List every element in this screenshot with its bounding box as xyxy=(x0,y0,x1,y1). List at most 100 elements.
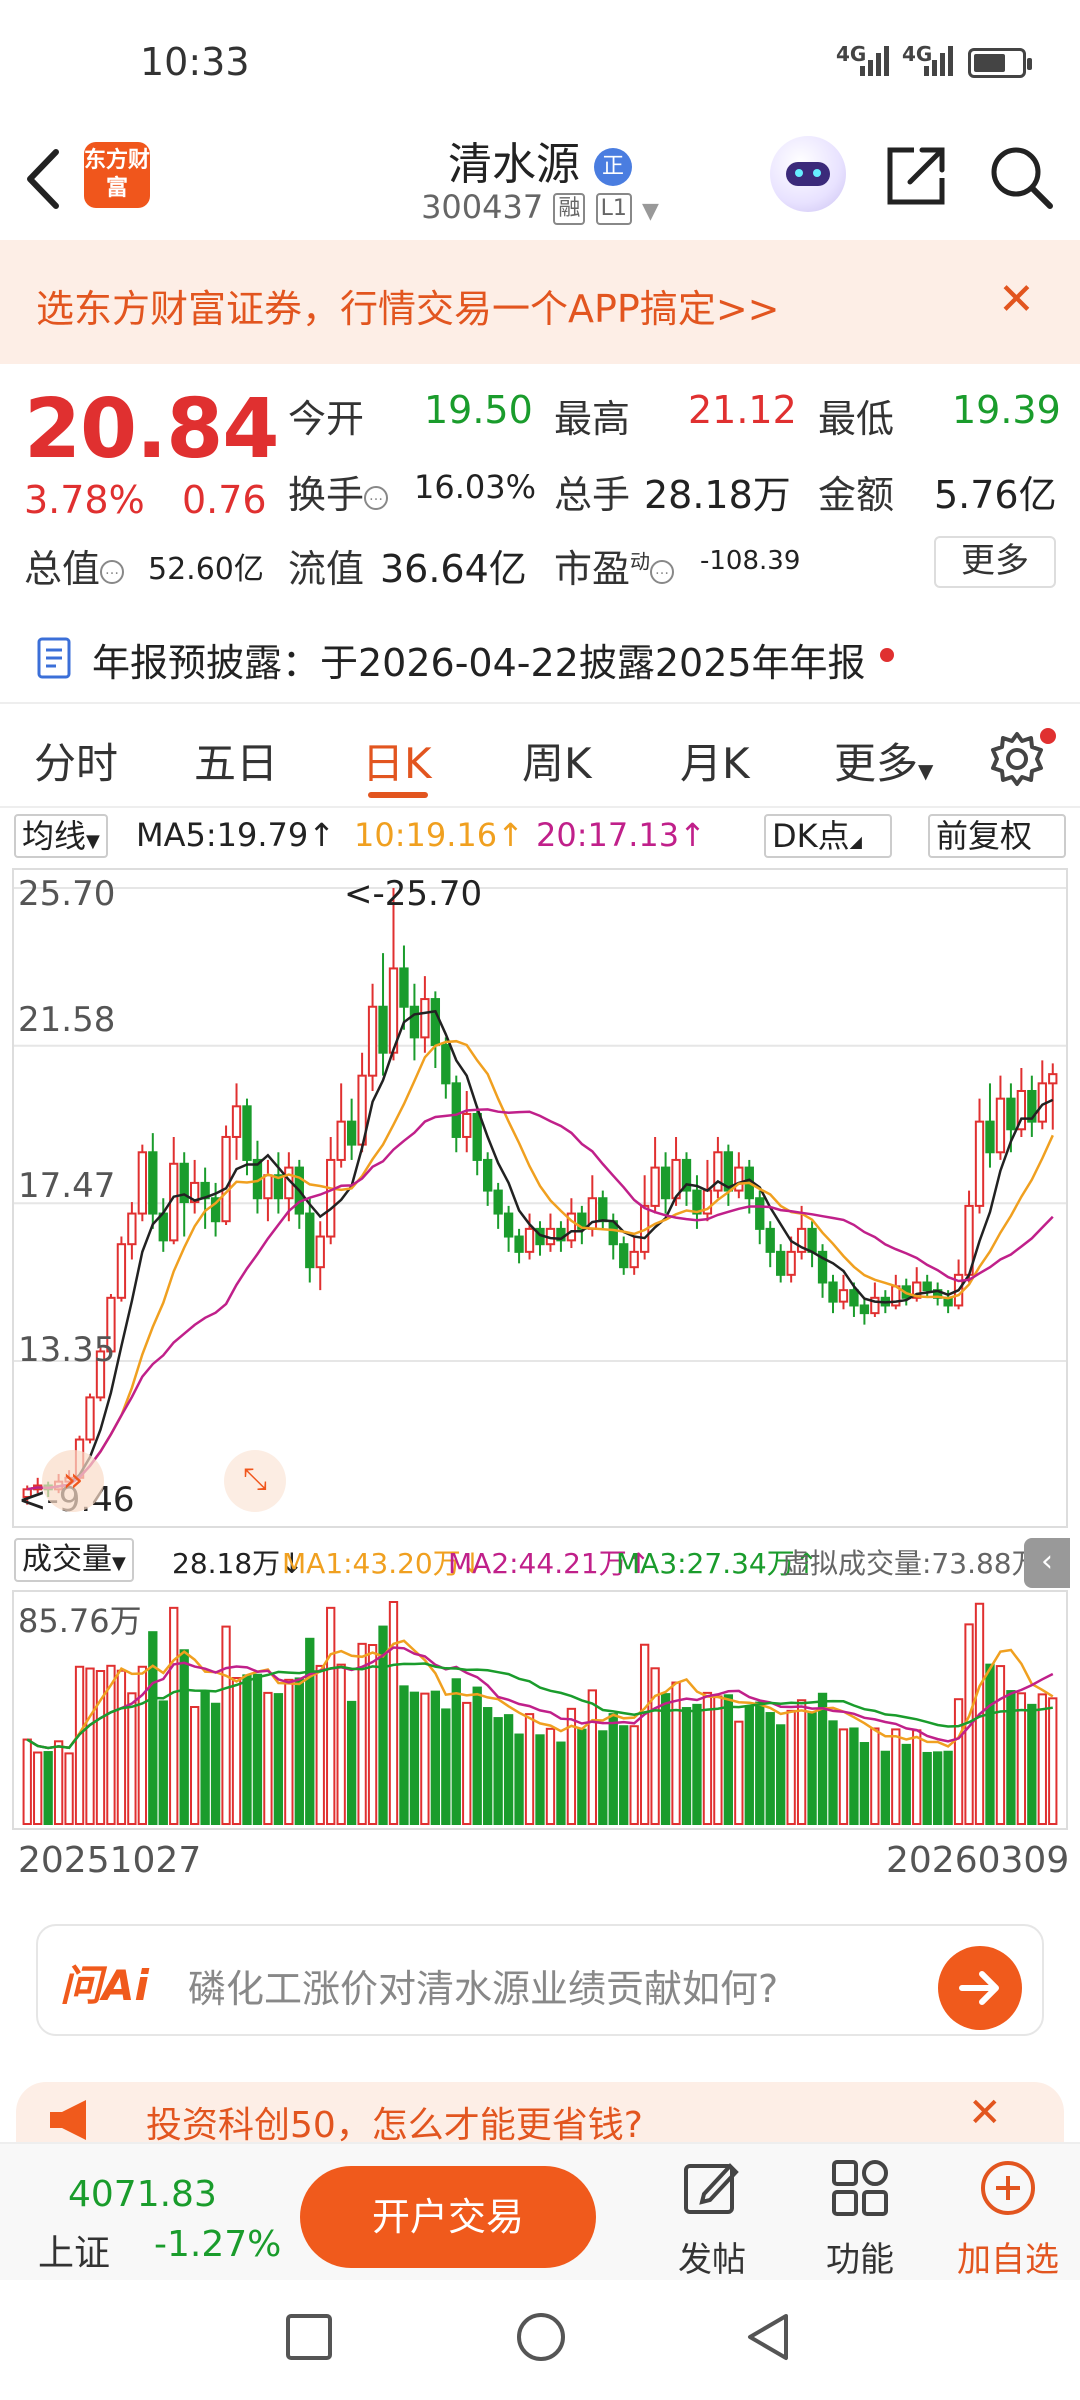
info-icon: … xyxy=(364,485,389,510)
candle-body xyxy=(828,1281,838,1303)
arrow-right-icon[interactable] xyxy=(938,1946,1022,2030)
volume-bar xyxy=(33,1751,43,1826)
volume-bar xyxy=(22,1738,32,1825)
ai-question[interactable]: 磷化工涨价对清水源业绩贡献如何? xyxy=(188,1958,778,2013)
volume-bar xyxy=(158,1700,168,1825)
volume-bar xyxy=(849,1727,859,1826)
volume-bar xyxy=(231,1677,242,1825)
fullscreen-icon[interactable]: ⤡ xyxy=(224,1450,286,1512)
ma10-value: 10:19.16↑ xyxy=(354,816,524,854)
system-nav-bar xyxy=(0,2280,1080,2400)
amount-label: 金额 xyxy=(818,473,895,517)
unread-dot xyxy=(880,648,894,662)
promo-banner[interactable]: 选东方财富证券，行情交易一个APP搞定>> ✕ xyxy=(0,240,1080,364)
share-icon[interactable] xyxy=(884,142,950,208)
candle-body xyxy=(483,1158,493,1192)
index-name[interactable]: 上证 xyxy=(38,2224,110,2276)
back-icon[interactable] xyxy=(742,2310,796,2364)
candle-body xyxy=(127,1212,137,1246)
ai-question-box[interactable]: 问Ai 磷化工涨价对清水源业绩贡献如何? xyxy=(36,1924,1044,2036)
more-button[interactable]: 更多 xyxy=(934,536,1056,588)
add-watchlist-button[interactable]: 加自选 xyxy=(948,2232,1068,2281)
volume-bar xyxy=(388,1601,399,1825)
volume-bar xyxy=(514,1733,524,1826)
candle-body xyxy=(242,1105,252,1161)
function-button[interactable]: 功能 xyxy=(800,2232,920,2281)
volume-bar xyxy=(294,1677,304,1825)
end-date: 20260309 xyxy=(886,1840,1070,1881)
candle-body xyxy=(137,1151,148,1215)
volume-bar xyxy=(357,1642,367,1825)
gear-icon[interactable] xyxy=(988,730,1046,788)
back-arrow-icon[interactable] xyxy=(20,144,70,214)
tab-more[interactable]: 更多▼ xyxy=(834,730,933,791)
volume-bar xyxy=(671,1681,681,1826)
volume-bar xyxy=(786,1709,796,1825)
volume-bar xyxy=(179,1649,189,1825)
current-price: 20.84 xyxy=(24,382,279,477)
volume-selector[interactable]: 成交量▼ xyxy=(14,1538,134,1582)
volume-chart[interactable]: 85.76万 xyxy=(12,1590,1068,1830)
volume-bar xyxy=(1016,1692,1027,1825)
float-value: 36.64亿 xyxy=(380,547,527,591)
low-label: 最低 xyxy=(818,397,895,441)
volume-bar xyxy=(744,1706,754,1825)
ma10-line xyxy=(26,1039,1054,1491)
annual-report-notice[interactable]: 年报预披露：于2026-04-22披露2025年年报 xyxy=(0,618,1080,698)
brand-logo[interactable]: 东方财富 xyxy=(84,142,150,208)
promo2-text[interactable]: 投资科创50，怎么才能更省钱? xyxy=(146,2096,643,2142)
candle-body xyxy=(776,1250,786,1276)
adjust-selector[interactable]: 前复权 xyxy=(928,814,1066,858)
candle-body xyxy=(859,1304,870,1315)
collapse-arrow-icon[interactable]: ‹ xyxy=(1024,1538,1070,1588)
tab-monthly-k[interactable]: 月K xyxy=(680,730,750,791)
kline-chart[interactable]: 25.70 21.58 17.47 13.35 <-25.70 <-9.46 »… xyxy=(12,868,1068,1528)
change-percent: 3.78% xyxy=(24,478,145,522)
index-value[interactable]: 4071.83 xyxy=(68,2174,217,2215)
turnover-value: 16.03% xyxy=(414,468,537,506)
volume-bar xyxy=(870,1727,880,1826)
candle-body xyxy=(367,1005,378,1077)
recent-apps-icon[interactable] xyxy=(284,2312,334,2362)
candle-body xyxy=(838,1289,849,1303)
y-tick-label: 25.70 xyxy=(18,874,116,914)
tab-five-day[interactable]: 五日 xyxy=(194,730,278,791)
home-icon[interactable] xyxy=(514,2310,568,2364)
tab-intraday[interactable]: 分时 xyxy=(34,730,118,791)
ma-selector[interactable]: 均线▼ xyxy=(14,814,108,858)
expand-left-icon[interactable]: » xyxy=(42,1450,104,1512)
stock-code-row[interactable]: 300437 融 L1 ▼ xyxy=(380,188,700,226)
tab-daily-k[interactable]: 日K xyxy=(362,730,432,791)
candle-body xyxy=(1006,1097,1016,1131)
open-account-trade-button[interactable]: 开户交易 xyxy=(300,2166,596,2268)
volume-label: 总手 xyxy=(554,473,631,517)
close-icon[interactable]: ✕ xyxy=(968,2090,1002,2136)
ai-robot-icon[interactable] xyxy=(770,136,846,212)
grid-icon[interactable] xyxy=(830,2158,890,2218)
volume-bar xyxy=(503,1714,514,1825)
candle-body xyxy=(765,1227,775,1253)
post-button[interactable]: 发帖 xyxy=(652,2232,772,2281)
volume-bar xyxy=(776,1724,786,1825)
search-icon[interactable] xyxy=(986,142,1056,212)
add-circle-icon[interactable] xyxy=(978,2158,1038,2218)
tab-weekly-k[interactable]: 周K xyxy=(522,730,592,791)
candle-body xyxy=(85,1396,95,1441)
low-value: 19.39 xyxy=(952,388,1061,432)
candle-body xyxy=(409,1005,420,1039)
notice-text[interactable]: 年报预披露：于2026-04-22披露2025年年报 xyxy=(92,632,866,687)
edit-icon[interactable] xyxy=(682,2158,742,2218)
index-percent[interactable]: -1.27% xyxy=(154,2224,281,2265)
volume-bar xyxy=(64,1752,74,1825)
promo-text[interactable]: 选东方财富证券，行情交易一个APP搞定>> xyxy=(36,278,780,333)
dk-selector[interactable]: DK点◢ xyxy=(764,814,892,858)
promo-banner-2[interactable]: 投资科创50，怎么才能更省钱? ✕ xyxy=(16,2082,1064,2142)
candle-body xyxy=(420,998,430,1039)
info-icon: … xyxy=(100,559,125,584)
volume-bar xyxy=(1048,1697,1058,1825)
turnover-label: 换手… xyxy=(288,464,389,519)
close-icon[interactable]: ✕ xyxy=(998,278,1035,322)
megaphone-icon xyxy=(50,2100,86,2140)
volume-bar xyxy=(702,1691,713,1826)
level-tag: L1 xyxy=(595,193,632,225)
